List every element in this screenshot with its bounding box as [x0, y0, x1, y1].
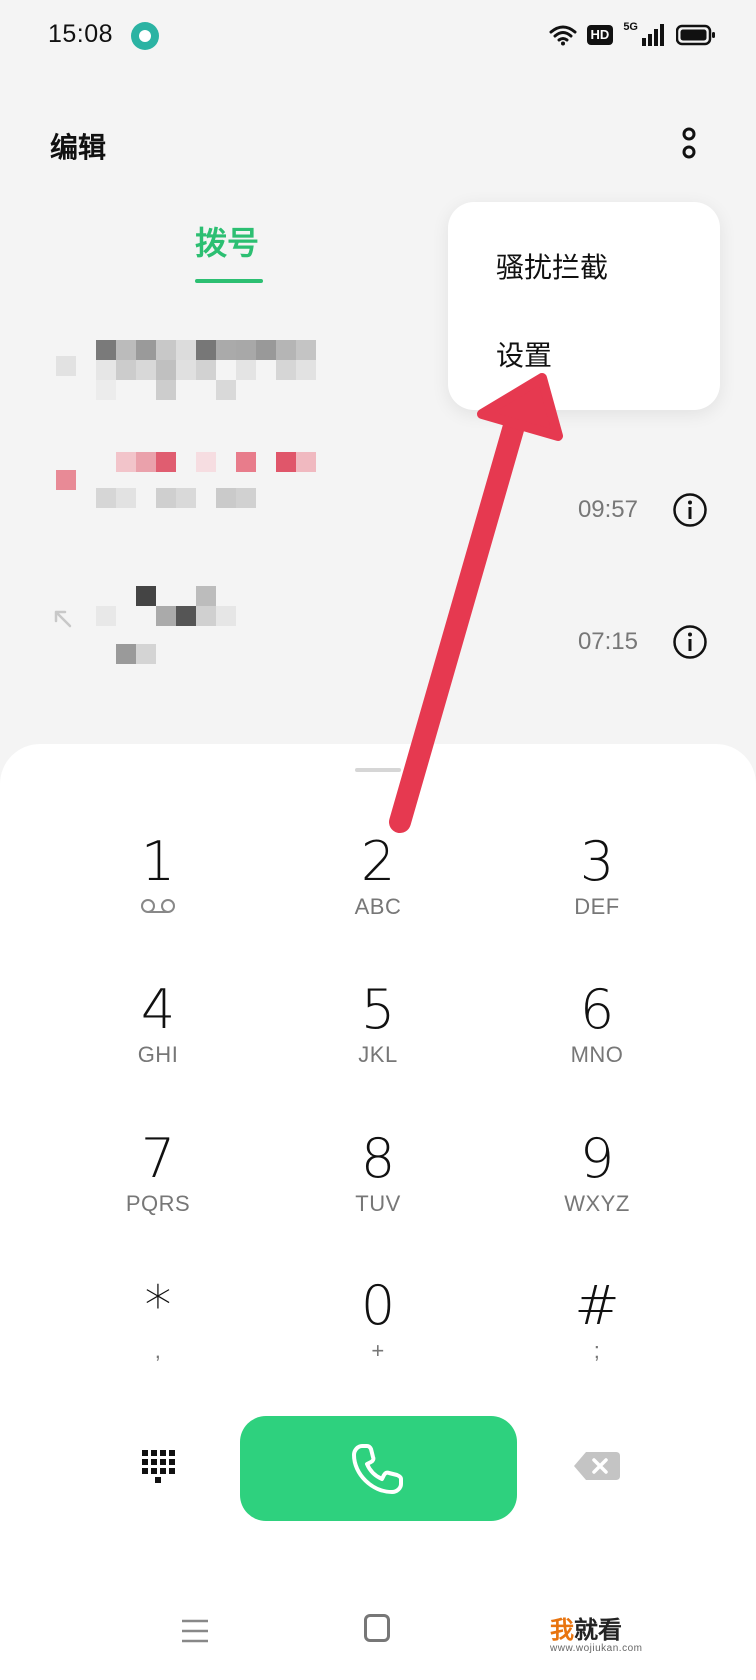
key-letters: ;: [593, 1338, 601, 1363]
key-9[interactable]: 9 WXYZ: [487, 1129, 707, 1259]
keypad-toggle-button[interactable]: [140, 1448, 176, 1484]
app-notification-icon: [131, 22, 159, 50]
key-4[interactable]: 4 GHI: [48, 980, 268, 1110]
info-icon: [673, 625, 707, 659]
key-digit: 1: [140, 830, 176, 893]
watermark: 我就看 www.wojiukan.com: [550, 1610, 642, 1654]
key-digit: 7: [140, 1127, 176, 1190]
key-letters: ,: [154, 1338, 162, 1363]
key-3[interactable]: 3 DEF: [487, 832, 707, 962]
key-0[interactable]: 0 +: [268, 1276, 488, 1406]
more-vertical-icon: [682, 127, 696, 159]
watermark-url: www.wojiukan.com: [550, 1643, 643, 1654]
more-options-button[interactable]: [674, 126, 704, 162]
key-letters: TUV: [355, 1191, 401, 1216]
key-letters: MNO: [570, 1042, 624, 1067]
watermark-text: 我就看: [550, 1617, 622, 1644]
key-star[interactable]: * ,: [48, 1276, 268, 1406]
key-5[interactable]: 5 JKL: [268, 980, 488, 1110]
key-2[interactable]: 2 ABC: [268, 832, 488, 962]
menu-item-settings[interactable]: 设置: [496, 334, 552, 374]
call-button[interactable]: [240, 1416, 517, 1521]
dialer-screen: 15:08 HD 5G 编辑 拨号 09:57 07:15 骚扰拦截 设置 1 …: [0, 0, 756, 1680]
key-digit: 6: [579, 978, 615, 1041]
tab-indicator: [195, 279, 263, 283]
backspace-icon: [574, 1452, 620, 1480]
key-letters: WXYZ: [564, 1191, 630, 1216]
key-6[interactable]: 6 MNO: [487, 980, 707, 1110]
key-digit: *: [144, 1274, 172, 1337]
call-log-row[interactable]: 07:15: [0, 586, 756, 696]
status-bar: 15:08 HD 5G: [0, 0, 756, 70]
menu-item-harassment-block[interactable]: 骚扰拦截: [496, 246, 608, 286]
watermark-rest: 就看: [574, 1617, 622, 1644]
outgoing-arrow-icon: [54, 610, 72, 628]
key-1[interactable]: 1: [48, 832, 268, 962]
pad-drag-handle[interactable]: [355, 768, 401, 772]
status-icons: HD 5G: [549, 20, 716, 50]
key-digit: 2: [360, 830, 396, 893]
key-8[interactable]: 8 TUV: [268, 1129, 488, 1259]
call-time: 07:15: [577, 628, 638, 655]
signal-icon: [642, 24, 664, 46]
home-icon[interactable]: [364, 1614, 390, 1642]
key-digit: 0: [360, 1274, 396, 1337]
call-info-button[interactable]: [672, 492, 708, 528]
status-time: 15:08: [48, 20, 114, 48]
key-digit: 3: [579, 830, 615, 893]
key-digit: 9: [579, 1127, 615, 1190]
nav-menu-button[interactable]: [180, 1618, 210, 1644]
key-digit: 8: [360, 1127, 396, 1190]
call-time: 09:57: [577, 496, 638, 523]
key-letters: PQRS: [125, 1191, 191, 1216]
key-7[interactable]: 7 PQRS: [48, 1129, 268, 1259]
voicemail-icon: [141, 899, 175, 913]
key-letters: JKL: [358, 1042, 398, 1067]
key-digit: #: [574, 1274, 620, 1337]
key-letters: +: [371, 1338, 385, 1363]
info-icon: [673, 493, 707, 527]
phone-icon: [352, 1444, 403, 1494]
watermark-first-char: 我: [550, 1617, 574, 1644]
battery-icon: [676, 24, 715, 46]
hd-voice-icon: HD: [586, 25, 614, 45]
key-letters: ABC: [354, 894, 402, 919]
keypad-grid-icon: [142, 1450, 175, 1483]
dial-pad: 1 2 ABC 3 DEF 4 GHI 5 JKL 6 MNO 7 PQRS 8…: [0, 744, 756, 1680]
key-letters: GHI: [137, 1042, 179, 1067]
overflow-menu: 骚扰拦截 设置: [448, 202, 720, 410]
key-hash[interactable]: # ;: [487, 1276, 707, 1406]
wifi-icon: [549, 25, 577, 46]
key-letters: DEF: [574, 894, 620, 919]
key-digit: 4: [140, 978, 176, 1041]
call-log-row[interactable]: 09:57: [0, 452, 756, 562]
tab-dial[interactable]: 拨号: [195, 218, 259, 264]
backspace-button[interactable]: [572, 1450, 622, 1482]
edit-button[interactable]: 编辑: [50, 126, 106, 166]
menu-icon: [182, 1619, 208, 1643]
key-digit: 5: [360, 978, 396, 1041]
network-type-label: 5G: [623, 21, 638, 33]
call-info-button[interactable]: [672, 624, 708, 660]
